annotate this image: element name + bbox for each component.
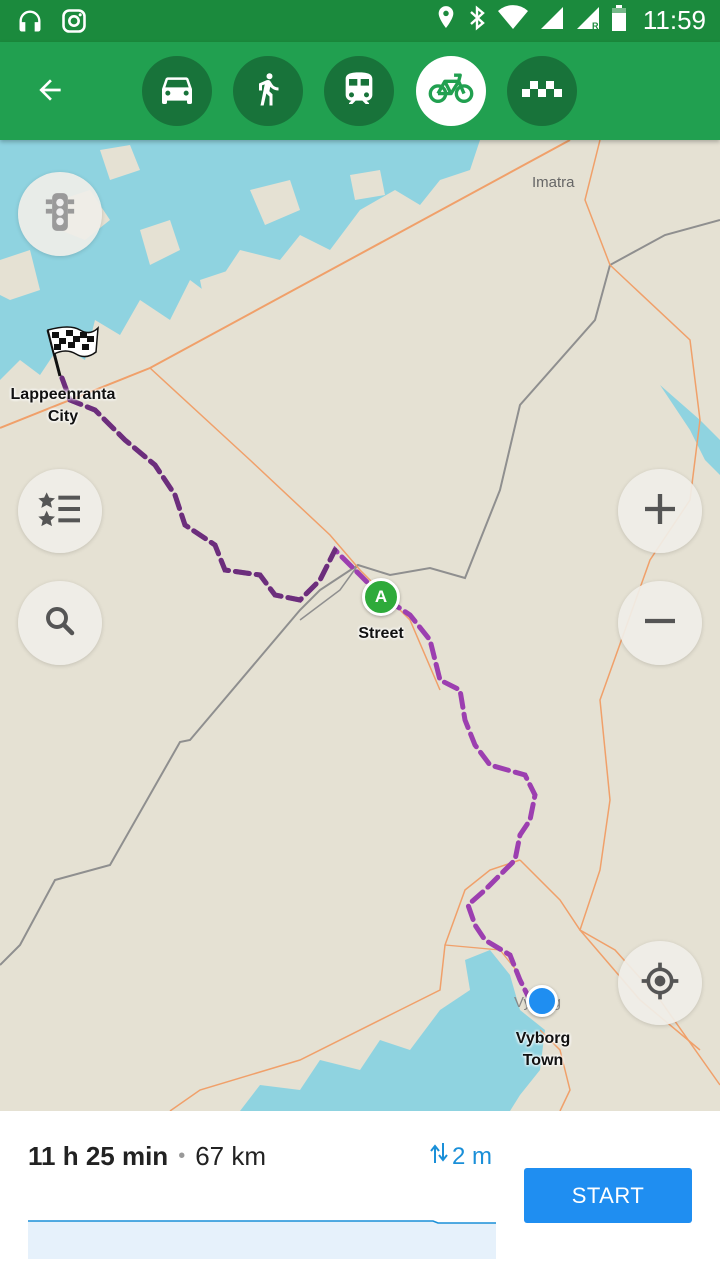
map-label-lappeenranta: Lappeenranta City [10,386,116,425]
car-icon [157,69,197,114]
wifi-icon [497,5,529,36]
taxi-icon [520,79,564,104]
separator-dot: • [178,1145,186,1167]
start-button[interactable]: START [524,1168,692,1223]
location-icon [435,4,457,37]
map-view[interactable]: Imatra Lappeenranta City A Street Vyborg… [0,140,720,1111]
search-button[interactable] [18,581,102,665]
elevation-value: 2 m [452,1142,493,1170]
signal-roaming-icon: R [575,5,601,36]
route-summary-panel: 11 h 25 min • 67 km 2 m START [0,1111,720,1280]
signal-icon [539,5,565,36]
clock: 11:59 [642,5,706,35]
my-location-icon [640,961,680,1006]
battery-icon [611,4,627,37]
map-label-street: Street [358,625,404,642]
waypoint-a-marker[interactable]: A [362,578,400,616]
zoom-in-icon [640,489,680,534]
zoom-in-button[interactable] [618,469,702,553]
back-button[interactable] [26,68,74,116]
zoom-out-button[interactable] [618,581,702,665]
mode-taxi-button[interactable] [507,56,577,126]
arrow-left-icon [34,74,66,111]
finish-flag-icon [42,324,102,385]
map-label-imatra: Imatra [532,174,575,191]
bookmarks-button[interactable] [18,469,102,553]
headphones-icon [16,7,44,40]
route-distance: 67 km [195,1141,267,1171]
bicycle-icon [428,69,474,114]
mode-car-button[interactable] [142,56,212,126]
status-bar: R 11:59 [0,0,720,42]
bluetooth-icon [467,4,487,37]
mode-walk-button[interactable] [233,56,303,126]
map-label-vyborg: Vyborg Town [515,1030,571,1069]
zoom-out-icon [640,601,680,646]
bookmarks-icon [38,489,82,534]
svg-text:R: R [592,21,599,31]
mode-bicycle-button[interactable] [416,56,486,126]
traffic-button[interactable] [18,172,102,256]
my-location-button[interactable] [618,941,702,1025]
elevation-icon [430,1141,448,1172]
train-icon [339,69,379,114]
instagram-icon [60,7,88,40]
search-icon [42,603,78,644]
mode-transit-button[interactable] [324,56,394,126]
pedestrian-icon [250,69,286,114]
elevation-profile-chart[interactable] [28,1219,496,1259]
traffic-light-icon [40,190,80,239]
route-mode-toolbar [0,42,720,140]
route-duration: 11 h 25 min [28,1141,169,1171]
elevation-gain: 2 m [430,1141,492,1172]
current-location-dot [526,985,558,1017]
route-summary: 11 h 25 min • 67 km [28,1141,266,1172]
